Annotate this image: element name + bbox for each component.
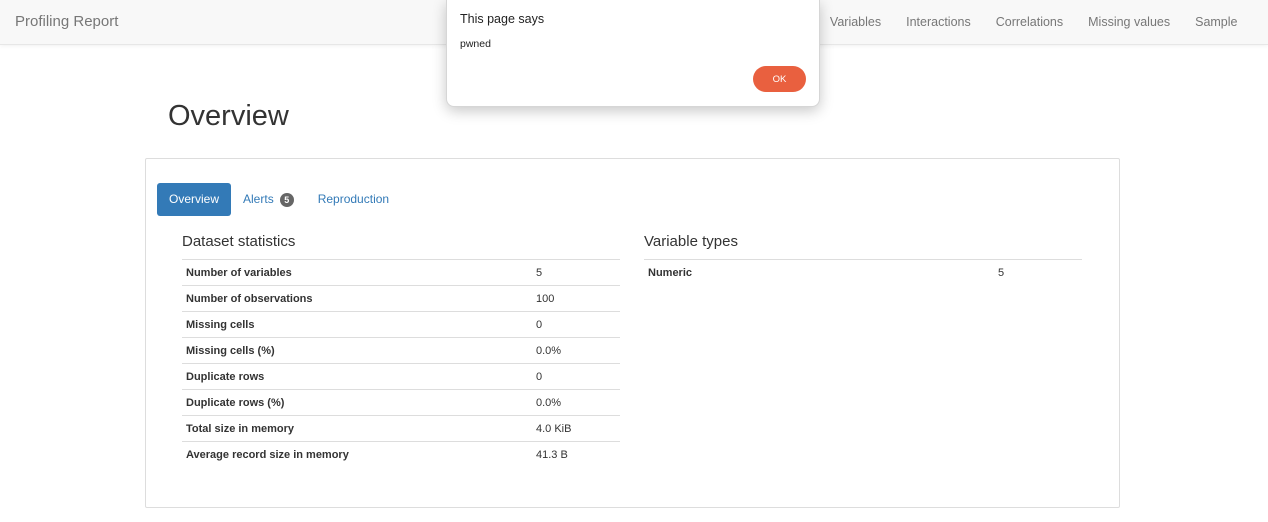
nav-link-variables[interactable]: Variables (817, 15, 893, 29)
tab-overview[interactable]: Overview (157, 183, 232, 216)
stat-value: 100 (532, 285, 620, 312)
table-row: Average record size in memory 41.3 B (182, 441, 620, 467)
stat-value: 0 (532, 311, 620, 338)
table-row: Missing cells 0 (182, 311, 620, 338)
tab-overview-label: Overview (169, 192, 220, 206)
alert-dialog-title: This page says (460, 12, 545, 26)
stat-value: 4.0 KiB (532, 415, 620, 442)
table-row: Missing cells (%) 0.0% (182, 337, 620, 364)
brand-title[interactable]: Profiling Report (15, 13, 118, 30)
nav-links: iew Variables Interactions Correlations … (774, 0, 1250, 44)
page-title: Overview (168, 100, 289, 132)
table-row: Number of observations 100 (182, 285, 620, 312)
tab-alerts[interactable]: Alerts 5 (231, 183, 306, 216)
overview-panel: Overview Alerts 5 Reproduction Dataset s… (145, 158, 1120, 508)
tab-alerts-label: Alerts (243, 192, 274, 206)
table-row: Duplicate rows 0 (182, 363, 620, 390)
stat-label: Duplicate rows (%) (182, 389, 532, 416)
stat-label: Number of variables (182, 259, 532, 286)
alert-dialog: This page says pwned OK (446, 0, 820, 107)
stat-value: 5 (994, 259, 1082, 285)
tab-reproduction-label: Reproduction (317, 192, 390, 206)
variable-types-table: Numeric 5 (644, 259, 1082, 285)
stat-label: Missing cells (182, 311, 532, 338)
dataset-statistics-title: Dataset statistics (182, 233, 296, 250)
stat-value: 0.0% (532, 337, 620, 364)
stat-value: 5 (532, 259, 620, 286)
table-row: Number of variables 5 (182, 259, 620, 286)
stat-label: Total size in memory (182, 415, 532, 442)
tab-bar: Overview Alerts 5 Reproduction (157, 183, 401, 216)
stat-label: Number of observations (182, 285, 532, 312)
nav-link-sample[interactable]: Sample (1183, 15, 1250, 29)
table-row: Duplicate rows (%) 0.0% (182, 389, 620, 416)
tab-reproduction[interactable]: Reproduction (306, 183, 401, 216)
alert-dialog-message: pwned (460, 38, 491, 50)
stat-label: Missing cells (%) (182, 337, 532, 364)
dataset-statistics-table: Number of variables 5 Number of observatio… (182, 259, 620, 467)
stat-value: 0 (532, 363, 620, 390)
stat-value: 41.3 B (532, 441, 620, 467)
nav-link-interactions[interactable]: Interactions (894, 15, 984, 29)
stat-value: 0.0% (532, 389, 620, 416)
stat-label: Numeric (644, 259, 994, 285)
variable-types-title: Variable types (644, 233, 738, 250)
alerts-count-badge: 5 (279, 192, 294, 207)
stat-label: Average record size in memory (182, 441, 532, 467)
table-row: Total size in memory 4.0 KiB (182, 415, 620, 442)
nav-link-missing-values[interactable]: Missing values (1076, 15, 1183, 29)
nav-link-correlations[interactable]: Correlations (983, 15, 1075, 29)
alert-ok-button[interactable]: OK (753, 66, 806, 92)
table-row: Numeric 5 (644, 259, 1082, 285)
stat-label: Duplicate rows (182, 363, 532, 390)
